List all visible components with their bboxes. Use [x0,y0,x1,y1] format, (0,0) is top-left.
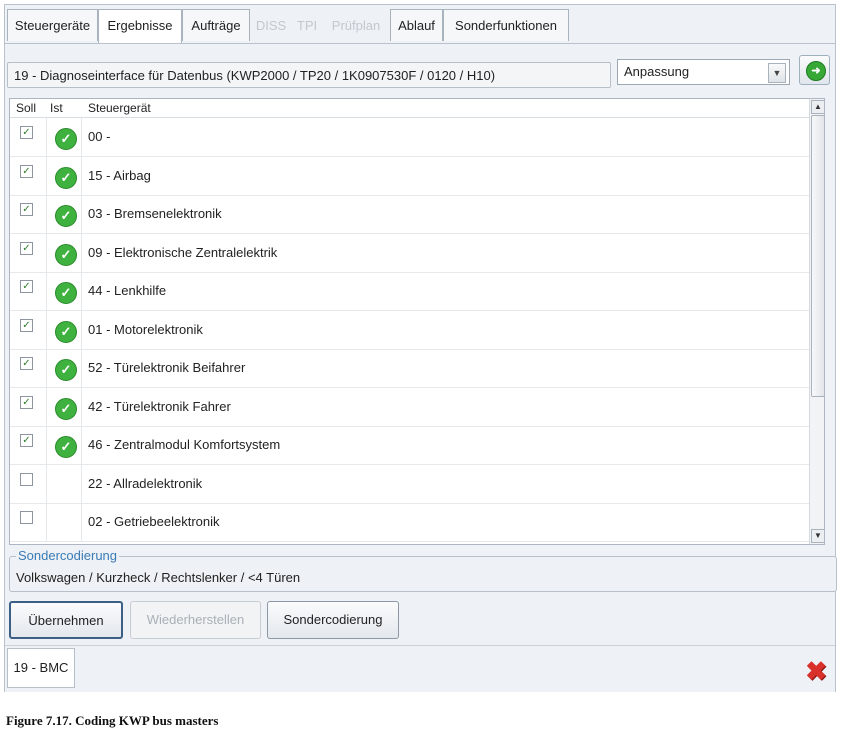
control-unit-label: 22 - Allradelektronik [88,475,203,491]
table-header: Soll Ist Steuergerät [10,99,810,118]
table-row[interactable]: 02 - Getriebeelektronik [10,503,810,542]
checked-checkbox-icon[interactable]: ✓ [20,318,33,332]
sondercodierung-group: Sondercodierung Volkswagen / Kurzheck / … [9,548,837,592]
sondercodierung-legend: Sondercodierung [16,548,120,563]
sondercodierung-button[interactable]: Sondercodierung [267,601,399,639]
green-check-icon: ✓ [55,205,77,227]
table-row[interactable]: 22 - Allradelektronik [10,464,810,504]
table-row[interactable]: ✓ ✓ 09 - Elektronische Zentralelektrik [10,233,810,273]
tab-pruefplan: Prüfplan [331,18,381,33]
unchecked-checkbox-icon[interactable] [20,472,33,486]
ist-cell [47,464,82,503]
soll-cell: ✓ [10,310,47,349]
figure-caption: Figure 7.17. Coding KWP bus masters [6,713,219,728]
checked-checkbox-icon[interactable]: ✓ [20,164,33,178]
soll-cell: ✓ [10,233,47,272]
table-row[interactable]: ✓ ✓ 52 - Türelektronik Beifahrer [10,349,810,388]
control-unit-label: 02 - Getriebeelektronik [88,514,220,529]
scroll-down-icon[interactable]: ▼ [811,529,824,543]
green-check-icon: ✓ [55,397,77,420]
green-arrow-icon: ➜ [806,61,826,81]
soll-cell: ✓ [10,387,47,426]
green-check-icon: ✓ [55,436,77,458]
control-unit-table: Soll Ist Steuergerät ✓ ✓ 00 - ✓ ✓ 15 - Airbag… [9,98,825,545]
checked-checkbox-icon[interactable]: ✓ [20,126,33,139]
tab-tpi: TPI [296,18,318,33]
tab-ergebnisse[interactable]: Ergebnisse [98,9,182,43]
control-unit-label: 00 - [88,129,111,144]
soll-cell [10,464,47,503]
table-row[interactable]: ✓ ✓ 03 - Bremsenelektronik [10,195,810,234]
mode-select-value: Anpassung [624,64,690,79]
scrollbar-thumb[interactable] [811,115,824,397]
apply-button[interactable]: Übernehmen [9,601,123,639]
soll-cell: ✓ [10,195,47,233]
tab-steuergeraete[interactable]: Steuergeräte [7,9,98,41]
scroll-up-icon[interactable]: ▲ [811,100,824,114]
tab-ablauf[interactable]: Ablauf [390,9,443,41]
table-row[interactable]: ✓ ✓ 15 - Airbag [10,156,810,196]
ist-cell: ✓ [47,310,82,349]
column-header-soll: Soll [16,101,37,115]
ist-cell: ✓ [47,387,82,426]
unchecked-checkbox-icon[interactable] [20,511,33,524]
green-check-icon: ✓ [55,243,77,266]
chevron-down-icon[interactable]: ▼ [768,63,786,83]
soll-cell: ✓ [10,426,47,464]
ist-cell: ✓ [47,156,82,195]
soll-cell: ✓ [10,349,47,387]
sondercodierung-value: Volkswagen / Kurzheck / Rechtslenker / <… [16,570,301,585]
checked-checkbox-icon[interactable]: ✓ [20,203,33,216]
green-check-icon: ✓ [55,320,77,343]
soll-cell: ✓ [10,118,47,156]
close-icon[interactable]: ✖ [805,658,827,684]
ist-cell: ✓ [47,426,82,464]
ist-cell: ✓ [47,195,82,233]
checked-checkbox-icon[interactable]: ✓ [20,395,33,409]
ist-cell: ✓ [47,233,82,272]
checked-checkbox-icon[interactable]: ✓ [20,241,33,255]
table-row[interactable]: ✓ ✓ 00 - [10,118,810,157]
checked-checkbox-icon[interactable]: ✓ [20,280,33,293]
table-row[interactable]: ✓ ✓ 42 - Türelektronik Fahrer [10,387,810,427]
mode-select[interactable]: Anpassung ▼ [617,59,790,85]
control-unit-label: 44 - Lenkhilfe [88,283,167,298]
control-unit-label: 01 - Motorelektronik [88,321,203,337]
control-unit-label: 09 - Elektronische Zentralelektrik [88,244,278,260]
app-window: Steuergeräte Ergebnisse Aufträge DISS TP… [4,4,837,692]
green-check-icon: ✓ [55,282,77,304]
ist-cell: ✓ [47,118,82,156]
soll-cell [10,503,47,541]
green-check-icon: ✓ [55,359,77,381]
go-button[interactable]: ➜ [799,55,830,85]
control-unit-label: 42 - Türelektronik Fahrer [88,398,231,414]
ist-cell [47,503,82,541]
vertical-scrollbar[interactable]: ▲ ▼ [809,99,824,544]
tab-sonderfunktionen[interactable]: Sonderfunktionen [443,9,569,41]
tab-bar: Steuergeräte Ergebnisse Aufträge DISS TP… [5,5,835,44]
soll-cell: ✓ [10,156,47,195]
table-row[interactable]: ✓ ✓ 01 - Motorelektronik [10,310,810,350]
table-row[interactable]: ✓ ✓ 44 - Lenkhilfe [10,272,810,311]
checked-checkbox-icon[interactable]: ✓ [20,434,33,447]
ist-cell: ✓ [47,349,82,387]
ist-cell: ✓ [47,272,82,310]
control-unit-label: 52 - Türelektronik Beifahrer [88,360,246,375]
green-check-icon: ✓ [55,128,77,150]
control-unit-label: 15 - Airbag [88,167,151,183]
restore-button: Wiederherstellen [130,601,261,639]
status-bar: 19 - BMC ✖ [5,645,835,692]
status-tab-bmc[interactable]: 19 - BMC [7,648,75,688]
tab-auftraege[interactable]: Aufträge [182,9,250,41]
column-header-ist: Ist [50,101,63,115]
column-header-steuergeraet: Steuergerät [88,101,151,115]
control-unit-label: 03 - Bremsenelektronik [88,206,222,221]
table-row[interactable]: ✓ ✓ 46 - Zentralmodul Komfortsystem [10,426,810,465]
tab-diss: DISS [255,18,287,33]
module-title: 19 - Diagnoseinterface für Datenbus (KWP… [7,62,611,88]
soll-cell: ✓ [10,272,47,310]
checked-checkbox-icon[interactable]: ✓ [20,357,33,370]
control-unit-label: 46 - Zentralmodul Komfortsystem [88,437,281,452]
green-check-icon: ✓ [55,166,77,189]
